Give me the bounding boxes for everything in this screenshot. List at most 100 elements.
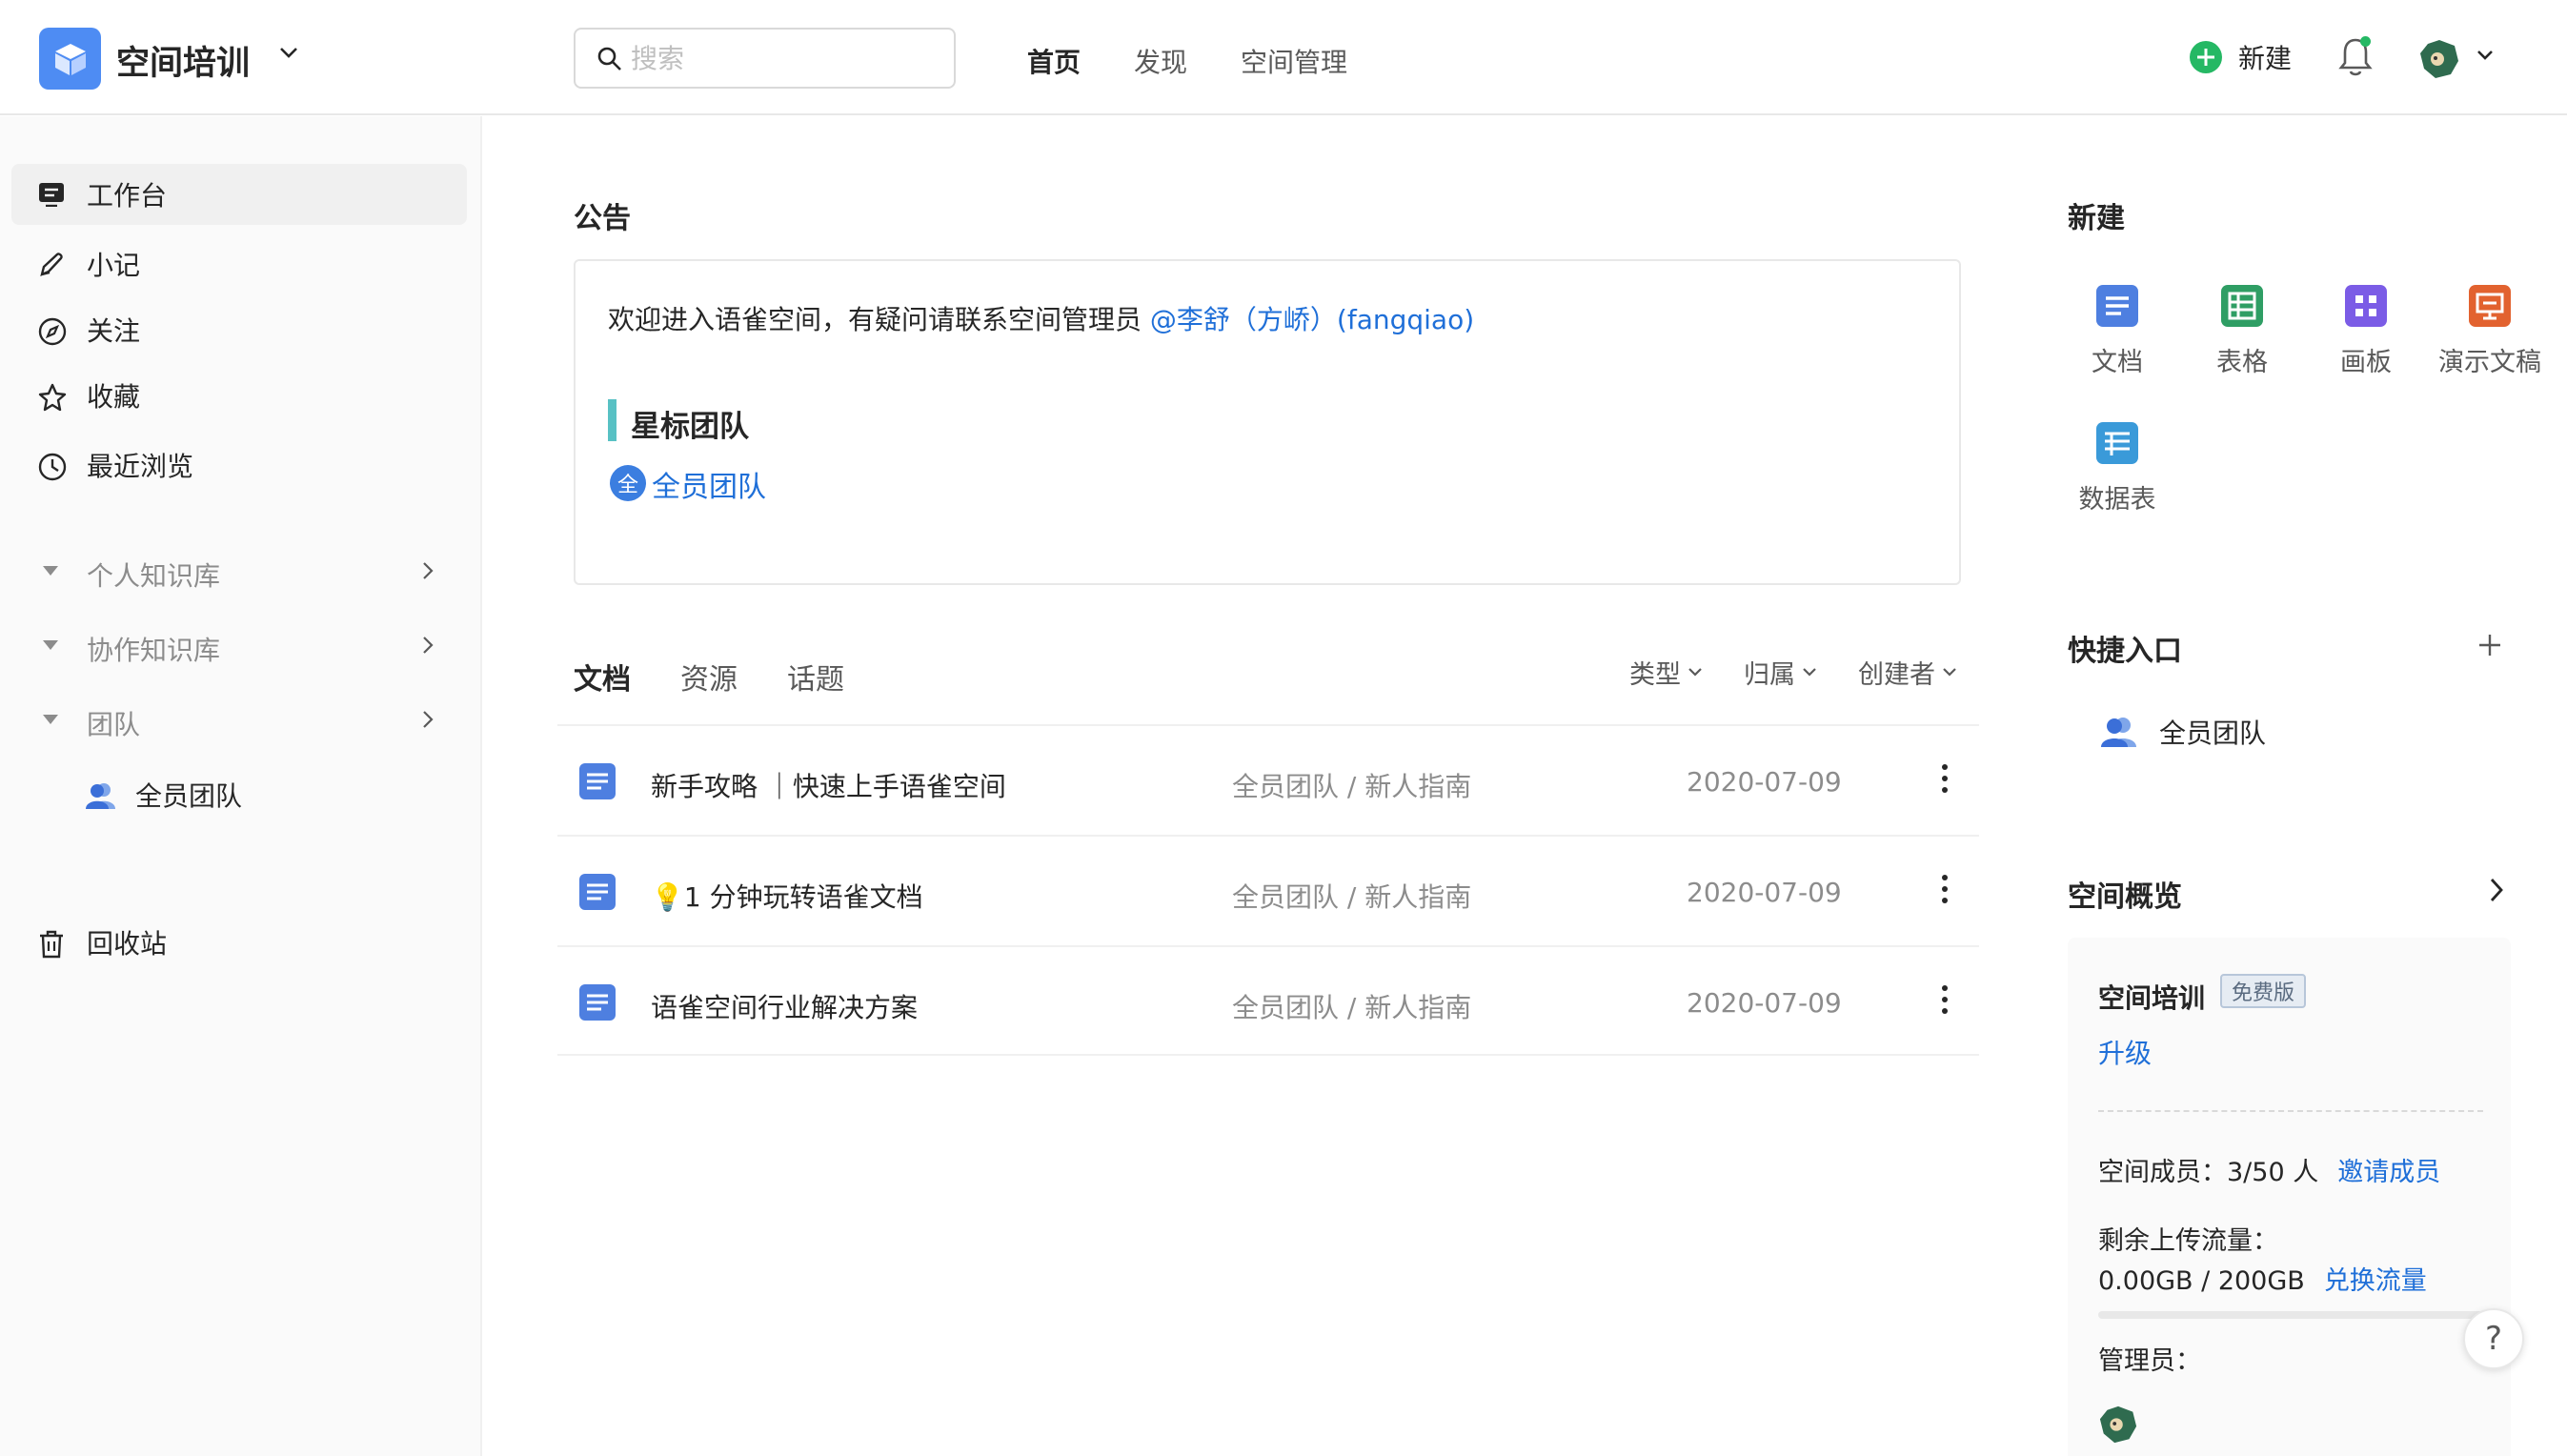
overview-divider bbox=[2098, 1110, 2483, 1112]
top-bar: 空间培训 首页 发现 空间管理 新建 bbox=[0, 0, 2567, 115]
filter-owner[interactable]: 归属 bbox=[1744, 654, 1818, 691]
compass-icon bbox=[38, 317, 67, 346]
star-team-link[interactable]: 全员团队 bbox=[652, 463, 766, 505]
nav-space-admin[interactable]: 空间管理 bbox=[1241, 42, 1347, 80]
tab-resources[interactable]: 资源 bbox=[680, 656, 738, 698]
space-name[interactable]: 空间培训 bbox=[116, 36, 250, 85]
workbench-icon bbox=[39, 183, 64, 207]
team-icon bbox=[86, 783, 115, 809]
document-icon bbox=[579, 984, 616, 1021]
overview-space-name: 空间培训 bbox=[2098, 982, 2206, 1014]
doc-date: 2020-07-09 bbox=[1687, 766, 1842, 798]
create-board-button[interactable]: 画板 bbox=[2304, 284, 2428, 378]
tab-docs[interactable]: 文档 bbox=[574, 656, 631, 698]
sidebar-group-label: 团队 bbox=[87, 709, 141, 740]
filter-creator-label: 创建者 bbox=[1858, 660, 1935, 690]
more-vertical-icon[interactable] bbox=[1939, 873, 1951, 905]
search-input[interactable] bbox=[631, 37, 936, 79]
more-vertical-icon[interactable] bbox=[1939, 762, 1951, 795]
more-vertical-icon[interactable] bbox=[1939, 983, 1951, 1016]
exchange-traffic-link[interactable]: 兑换流量 bbox=[2324, 1266, 2427, 1296]
overview-card: 空间培训 免费版 升级 空间成员：3/50 人邀请成员 剩余上传流量： 0.00… bbox=[2068, 938, 2511, 1456]
doc-title[interactable]: 新手攻略 ｜快速上手语雀空间 bbox=[651, 766, 1006, 804]
sidebar-item-favorites[interactable]: 收藏 bbox=[11, 365, 467, 426]
nav-home[interactable]: 首页 bbox=[1027, 42, 1081, 80]
sidebar-group-personal[interactable]: 个人知识库 bbox=[11, 541, 467, 602]
help-button[interactable]: ? bbox=[2463, 1308, 2524, 1369]
team-badge: 全 bbox=[610, 465, 646, 501]
trash-icon bbox=[40, 930, 63, 959]
create-slides-button[interactable]: 演示文稿 bbox=[2428, 284, 2552, 378]
upload-line: 0.00GB / 200GB 兑换流量 bbox=[2098, 1260, 2427, 1297]
sidebar-item-all-team[interactable]: 全员团队 bbox=[11, 764, 467, 825]
sidebar-item-follow[interactable]: 关注 bbox=[11, 299, 467, 360]
sidebar-item-label: 收藏 bbox=[87, 381, 141, 413]
document-icon bbox=[579, 874, 616, 910]
filter-type[interactable]: 类型 bbox=[1629, 654, 1704, 691]
sidebar-item-workbench[interactable]: 工作台 bbox=[11, 164, 467, 225]
upload-progress-bar bbox=[2098, 1311, 2483, 1319]
create-slides-label: 演示文稿 bbox=[2438, 348, 2541, 377]
new-button-label: 新建 bbox=[2238, 43, 2293, 74]
sidebar-group-label: 协作知识库 bbox=[87, 635, 221, 666]
quick-entry-item[interactable]: 全员团队 bbox=[2100, 713, 2266, 751]
user-avatar[interactable] bbox=[2418, 38, 2460, 80]
sidebar-item-label: 工作台 bbox=[87, 180, 168, 212]
chevron-right-icon[interactable] bbox=[421, 709, 435, 730]
create-datatable-label: 数据表 bbox=[2078, 485, 2156, 515]
sidebar-group-collab[interactable]: 协作知识库 bbox=[11, 616, 467, 677]
create-sheet-button[interactable]: 表格 bbox=[2180, 284, 2304, 378]
board-icon bbox=[2345, 285, 2387, 327]
document-icon bbox=[2096, 285, 2138, 327]
chevron-right-icon[interactable] bbox=[421, 635, 435, 656]
members-label: 空间成员：3/50 人 bbox=[2098, 1158, 2319, 1187]
pen-icon bbox=[40, 253, 63, 277]
admin-avatar[interactable] bbox=[2098, 1405, 2138, 1445]
upgrade-link[interactable]: 升级 bbox=[2098, 1033, 2152, 1071]
sidebar-group-teams[interactable]: 团队 bbox=[11, 690, 467, 751]
chevron-down-icon bbox=[1688, 667, 1702, 677]
search-box[interactable] bbox=[574, 28, 956, 89]
doc-path[interactable]: 全员团队 / 新人指南 bbox=[1232, 987, 1471, 1025]
doc-path[interactable]: 全员团队 / 新人指南 bbox=[1232, 877, 1471, 915]
create-datatable-button[interactable]: 数据表 bbox=[2055, 421, 2179, 516]
sheet-icon bbox=[2221, 285, 2263, 327]
sidebar-group-label: 个人知识库 bbox=[87, 560, 221, 592]
doc-title[interactable]: 语雀空间行业解决方案 bbox=[651, 987, 918, 1025]
doc-path[interactable]: 全员团队 / 新人指南 bbox=[1232, 766, 1471, 804]
document-icon bbox=[579, 763, 616, 799]
caret-down-icon bbox=[43, 566, 58, 576]
filter-creator[interactable]: 创建者 bbox=[1858, 654, 1958, 691]
plan-badge: 免费版 bbox=[2220, 974, 2307, 1008]
datatable-icon bbox=[2096, 422, 2138, 464]
chevron-right-icon[interactable] bbox=[2489, 877, 2504, 903]
plus-circle-icon bbox=[2190, 41, 2222, 73]
quick-entry-title: 快捷入口 bbox=[2068, 635, 2182, 668]
sidebar-item-notes[interactable]: 小记 bbox=[11, 233, 467, 294]
chevron-right-icon[interactable] bbox=[421, 560, 435, 581]
create-doc-label: 文档 bbox=[2092, 348, 2143, 377]
sidebar-item-label: 全员团队 bbox=[135, 780, 243, 812]
sidebar-item-recent[interactable]: 最近浏览 bbox=[11, 435, 467, 495]
table-row[interactable]: 语雀空间行业解决方案 全员团队 / 新人指南 2020-07-09 bbox=[557, 945, 1979, 1056]
star-team-title: 星标团队 bbox=[631, 410, 749, 444]
new-button[interactable]: 新建 bbox=[2189, 38, 2292, 76]
table-row[interactable]: 💡1 分钟玩转语雀文档 全员团队 / 新人指南 2020-07-09 bbox=[557, 835, 1979, 945]
admin-label: 管理员： bbox=[2098, 1346, 2201, 1376]
create-sheet-label: 表格 bbox=[2216, 348, 2268, 377]
plus-icon[interactable] bbox=[2477, 633, 2502, 657]
tab-topics[interactable]: 话题 bbox=[787, 656, 844, 698]
invite-members-link[interactable]: 邀请成员 bbox=[2337, 1158, 2440, 1187]
doc-title[interactable]: 💡1 分钟玩转语雀文档 bbox=[651, 877, 923, 915]
create-doc-button[interactable]: 文档 bbox=[2055, 284, 2179, 378]
admin-mention-link[interactable]: @李舒（方峤）(fangqiao) bbox=[1150, 304, 1474, 335]
nav-discover[interactable]: 发现 bbox=[1134, 42, 1187, 80]
sidebar-item-label: 最近浏览 bbox=[87, 451, 194, 482]
members-line: 空间成员：3/50 人邀请成员 bbox=[2098, 1151, 2440, 1188]
overview-title: 空间概览 bbox=[2068, 880, 2182, 914]
sidebar-item-trash[interactable]: 回收站 bbox=[11, 912, 467, 973]
chevron-down-icon[interactable] bbox=[278, 46, 299, 59]
chevron-down-icon[interactable] bbox=[2476, 50, 2495, 61]
table-row[interactable]: 新手攻略 ｜快速上手语雀空间 全员团队 / 新人指南 2020-07-09 bbox=[557, 724, 1979, 835]
space-logo-icon[interactable] bbox=[39, 28, 101, 90]
